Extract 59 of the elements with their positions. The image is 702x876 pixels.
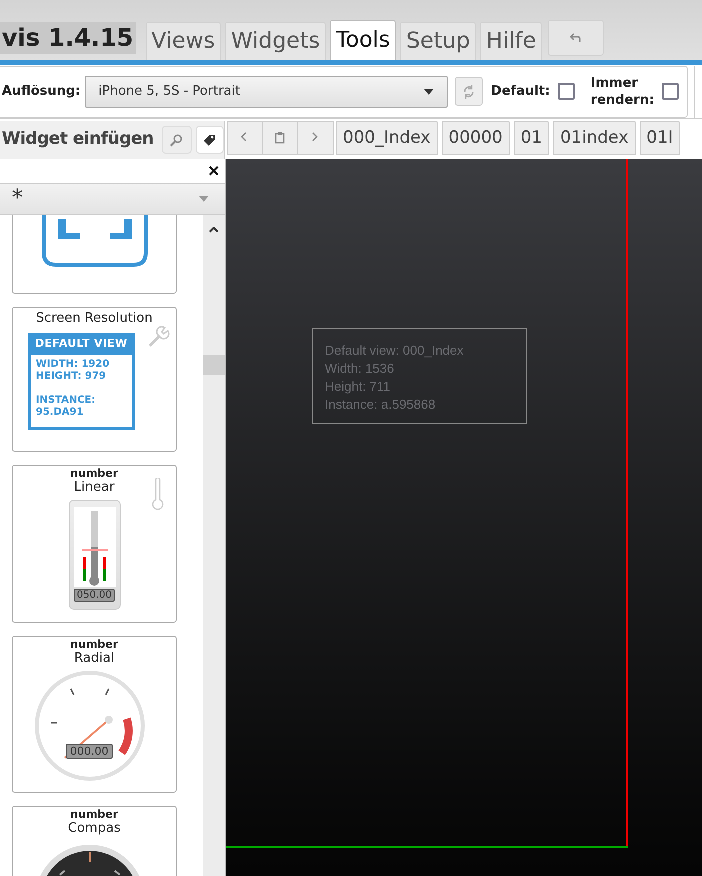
info-text: Instance: a.595868 bbox=[325, 396, 437, 414]
widget-title: Radial bbox=[74, 651, 115, 667]
widget-title: Screen Resolution bbox=[36, 310, 153, 328]
scrollbar[interactable] bbox=[203, 215, 225, 876]
widget-title: Compas bbox=[68, 821, 121, 837]
thermometer-icon bbox=[152, 478, 164, 510]
view-tab[interactable]: 01 bbox=[514, 121, 550, 155]
view-tab[interactable]: 00000 bbox=[442, 121, 510, 155]
undo-icon bbox=[570, 33, 582, 43]
refresh-icon bbox=[463, 84, 476, 98]
info-text: Height: 711 bbox=[325, 378, 392, 396]
resolution-label: Auflösung: bbox=[2, 82, 81, 101]
menu-tab[interactable]: Views bbox=[146, 22, 222, 60]
checkbox[interactable] bbox=[558, 83, 575, 100]
widget-card[interactable]: Screen Resolution DEFAULT VIEW WIDTH: 1920 HEIGHT: 979 INSTANCE: 95.DA91 bbox=[12, 307, 177, 452]
refresh-button[interactable] bbox=[454, 77, 484, 106]
wrench-icon bbox=[147, 325, 170, 348]
tag-button[interactable] bbox=[196, 126, 224, 154]
default-label: Default: bbox=[491, 82, 550, 101]
app-title: vis 1.4.15 bbox=[0, 22, 136, 54]
preview-text: 95.DA91 bbox=[36, 406, 85, 418]
tag-icon bbox=[203, 134, 216, 146]
widget-card[interactable]: number Compas bbox=[12, 806, 177, 876]
close-button[interactable] bbox=[208, 165, 220, 177]
widget-card[interactable]: number Linear 050.00 bbox=[12, 465, 177, 623]
view-tab[interactable]: 01index bbox=[553, 121, 636, 155]
caret-icon bbox=[199, 196, 209, 202]
resolution-dropdown[interactable]: iPhone 5, 5S - Portrait bbox=[84, 76, 448, 108]
panel-title: Widget einfügen bbox=[2, 128, 154, 152]
chevron-right-icon bbox=[310, 132, 320, 144]
preview-text: WIDTH: 1920 bbox=[36, 358, 111, 370]
info-text: Default view: 000_Index bbox=[325, 342, 465, 360]
menu-tab[interactable]: Hilfe bbox=[480, 22, 542, 60]
menu-tab[interactable]: Tools bbox=[330, 20, 396, 60]
widget-set: number bbox=[70, 467, 118, 480]
view-tab[interactable]: 000_Index bbox=[336, 121, 438, 155]
widget-card[interactable] bbox=[12, 215, 177, 294]
render-label: Immer rendern: bbox=[590, 74, 654, 108]
scroll-up-icon[interactable] bbox=[209, 227, 219, 233]
widget-card[interactable]: number Radial 000.00 bbox=[12, 636, 177, 793]
close-icon bbox=[209, 166, 219, 176]
checkbox[interactable] bbox=[662, 83, 679, 100]
widget-set: number bbox=[70, 808, 118, 821]
widget-title: Linear bbox=[74, 480, 115, 496]
clipboard-icon bbox=[275, 132, 285, 144]
menu-tab[interactable]: Widgets bbox=[225, 22, 326, 60]
search-icon bbox=[170, 134, 184, 146]
gauge-readout: 050.00 bbox=[74, 589, 115, 602]
gauge-readout: 000.00 bbox=[66, 744, 113, 759]
scroll-thumb[interactable] bbox=[203, 355, 225, 375]
filter-dropdown[interactable]: * bbox=[0, 184, 225, 215]
widget-set: number bbox=[70, 638, 118, 651]
caret-icon bbox=[424, 88, 434, 94]
menu-tab[interactable]: Setup bbox=[400, 22, 476, 60]
view-tab[interactable]: 01I bbox=[640, 121, 680, 155]
preview-text: HEIGHT: 979 bbox=[36, 370, 108, 382]
preview-text: INSTANCE: bbox=[36, 394, 97, 406]
info-text: Width: 1536 bbox=[325, 360, 396, 378]
preview-header: DEFAULT VIEW bbox=[34, 336, 129, 352]
